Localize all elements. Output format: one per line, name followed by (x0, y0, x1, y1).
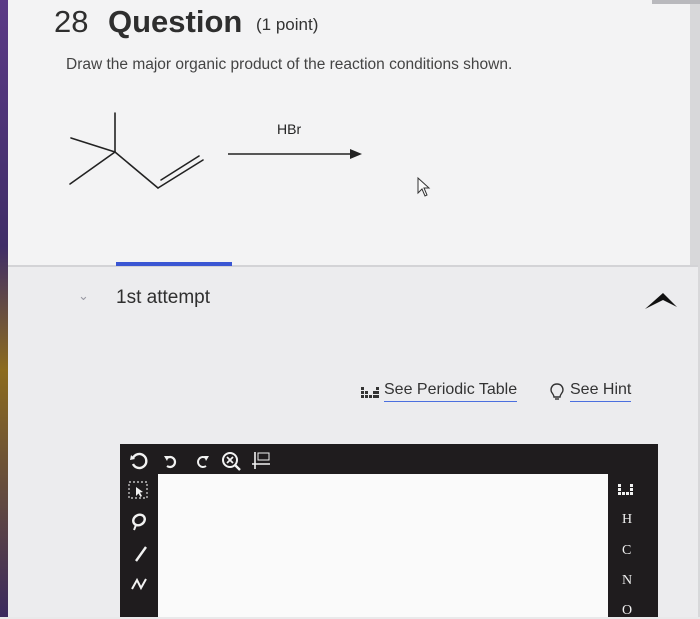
question-title: Question (108, 4, 243, 39)
double-bond-inner (160, 155, 200, 181)
single-bond-icon[interactable] (133, 545, 149, 563)
hint-label[interactable]: See Hint (570, 381, 632, 402)
attempt-tab-indicator (116, 262, 232, 266)
bond-to-vinyl (114, 151, 159, 189)
periodic-table-label[interactable]: See Periodic Table (384, 381, 518, 402)
hint-link[interactable]: See Hint (550, 381, 632, 402)
double-bond-outer (157, 159, 204, 189)
element-n-button[interactable]: N (622, 573, 632, 589)
chain-icon[interactable] (130, 575, 148, 593)
right-top-tab (652, 0, 700, 4)
reaction-arrow (228, 149, 362, 159)
periodic-table-icon (361, 386, 379, 398)
reaction-scheme (69, 112, 362, 189)
drawing-canvas[interactable] (158, 474, 608, 617)
element-c-button[interactable]: C (622, 543, 631, 559)
reagent-label: HBr (277, 121, 302, 137)
periodic-table-link[interactable]: See Periodic Table (360, 381, 518, 402)
bond-methyl-down (69, 151, 116, 185)
question-instruction: Draw the major organic product of the re… (66, 56, 513, 73)
reactant-structure (69, 112, 204, 189)
question-points: (1 point) (256, 15, 319, 34)
2d-icon[interactable] (250, 449, 272, 471)
select-icon[interactable] (127, 480, 149, 500)
flag-icon[interactable] (643, 287, 679, 313)
periodic-table-icon[interactable] (617, 482, 635, 496)
lightbulb-icon (550, 382, 564, 400)
element-h-button[interactable]: H (622, 512, 632, 528)
chevron-down-icon[interactable]: ⌄ (78, 288, 89, 304)
attempt-label[interactable]: 1st attempt (116, 287, 210, 309)
undo-icon[interactable] (162, 453, 180, 471)
mouse-cursor-icon (417, 176, 431, 197)
left-edge-strip (0, 0, 8, 617)
bond-methyl-left (70, 137, 116, 153)
zoom-icon[interactable] (220, 450, 242, 472)
redo-icon[interactable] (193, 453, 211, 471)
clear-icon[interactable] (129, 451, 149, 471)
lasso-icon[interactable] (130, 512, 148, 532)
question-number: 28 (54, 4, 89, 39)
